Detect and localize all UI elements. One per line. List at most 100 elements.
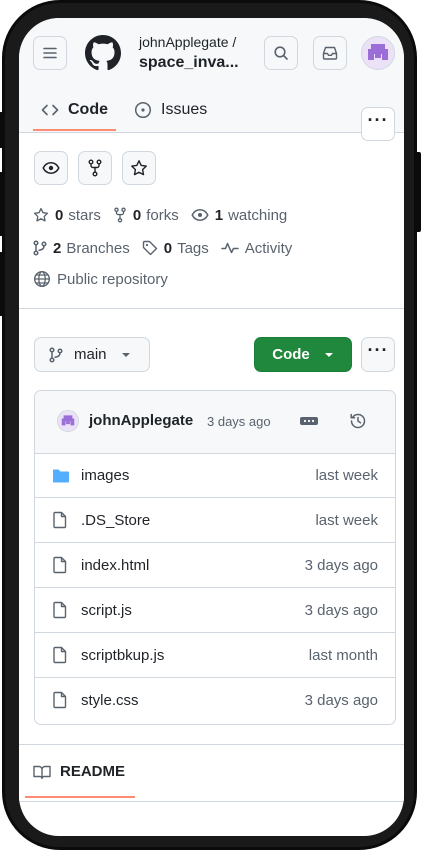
commit-history-button[interactable]	[348, 411, 368, 431]
fork-button[interactable]	[78, 151, 112, 185]
code-clone-button[interactable]: Code	[254, 337, 352, 372]
active-tab-indicator	[33, 129, 116, 131]
file-name[interactable]: .DS_Store	[81, 512, 150, 529]
hamburger-icon	[43, 47, 57, 59]
forks-link[interactable]: 0 forks	[113, 207, 179, 224]
star-icon	[33, 207, 49, 222]
repo-stats-row-1: 0 stars 0 forks 1 watching	[33, 205, 299, 225]
branches-link[interactable]: 2 Branches	[33, 240, 130, 257]
user-avatar[interactable]	[361, 36, 395, 70]
file-icon	[53, 646, 67, 664]
watching-link[interactable]: 1 watching	[191, 206, 288, 224]
star-icon	[131, 160, 147, 176]
code-icon	[41, 104, 59, 116]
issue-opened-icon	[134, 101, 152, 119]
readme-label: README	[60, 763, 126, 780]
globe-icon	[33, 270, 51, 288]
app-header: johnApplegate / space_inva...	[19, 18, 404, 90]
file-row[interactable]: index.html 3 days ago	[35, 543, 395, 588]
repo-forked-icon	[88, 159, 102, 177]
commit-author[interactable]: johnApplegate	[89, 412, 193, 429]
visibility-info: Public repository	[33, 270, 168, 288]
kebab-horizontal-icon: ···	[367, 109, 389, 130]
inbox-icon	[322, 46, 338, 60]
eye-icon	[42, 162, 60, 174]
readme-tab-indicator	[25, 796, 135, 798]
git-branch-icon	[49, 346, 63, 363]
watch-button[interactable]	[34, 151, 68, 185]
phone-frame: johnApplegate / space_inva... Code Issue…	[0, 0, 421, 852]
file-time: 3 days ago	[304, 601, 378, 619]
star-button[interactable]	[122, 151, 156, 185]
readme-header: README	[19, 744, 404, 802]
file-time: 3 days ago	[304, 692, 378, 709]
tab-issues[interactable]: Issues	[134, 98, 207, 122]
tab-issues-label: Issues	[161, 101, 208, 118]
file-browser: johnApplegate 3 days ago images last wee…	[34, 390, 396, 725]
file-icon	[53, 601, 67, 619]
tags-link[interactable]: 0 Tags	[142, 240, 209, 257]
stars-count: 0	[55, 206, 64, 224]
tabs-more-button[interactable]: ···	[361, 107, 395, 141]
commit-author-avatar[interactable]	[57, 410, 79, 432]
file-row[interactable]: images last week	[35, 453, 395, 498]
inbox-button[interactable]	[313, 36, 347, 70]
pulse-icon	[221, 242, 239, 254]
identicon-icon	[362, 37, 394, 69]
tab-code[interactable]: Code	[41, 98, 108, 122]
file-row[interactable]: style.css 3 days ago	[35, 678, 395, 723]
tags-label: Tags	[177, 239, 209, 257]
code-button-label: Code	[272, 346, 310, 363]
file-icon	[53, 556, 67, 574]
branch-name: main	[74, 346, 107, 363]
book-icon	[33, 765, 51, 779]
file-name[interactable]: script.js	[81, 602, 132, 619]
visibility-label: Public repository	[57, 270, 168, 288]
file-name[interactable]: style.css	[81, 692, 139, 709]
identicon-icon	[58, 411, 78, 431]
history-icon	[350, 413, 366, 429]
branch-select-button[interactable]: main	[34, 337, 150, 372]
screen: johnApplegate / space_inva... Code Issue…	[19, 18, 404, 836]
file-name[interactable]: index.html	[81, 557, 149, 574]
triangle-down-icon	[121, 352, 130, 357]
ellipsis-icon	[300, 417, 318, 425]
file-name[interactable]: images	[81, 467, 129, 484]
git-branch-icon	[33, 240, 47, 256]
commit-time: 3 days ago	[207, 414, 271, 429]
forks-label: forks	[146, 206, 179, 224]
file-time: last week	[315, 511, 378, 529]
section-divider	[19, 308, 404, 309]
commit-message-toggle[interactable]	[297, 413, 321, 429]
file-icon	[53, 691, 67, 709]
file-row[interactable]: scriptbkup.js last month	[35, 633, 395, 678]
watching-count: 1	[214, 206, 224, 224]
file-time: last week	[315, 466, 378, 484]
visibility-row: Public repository	[33, 269, 180, 289]
repo-owner-link[interactable]: johnApplegate /	[139, 34, 236, 50]
branches-label: Branches	[66, 239, 130, 257]
stars-link[interactable]: 0 stars	[33, 207, 101, 224]
activity-label: Activity	[244, 239, 293, 257]
branches-count: 2	[53, 239, 62, 257]
github-logo[interactable]	[85, 35, 121, 71]
activity-link[interactable]: Activity	[221, 239, 293, 257]
file-time: 3 days ago	[304, 556, 378, 574]
file-name[interactable]: scriptbkup.js	[81, 647, 164, 664]
github-mark-icon	[85, 35, 121, 71]
file-time: last month	[308, 646, 378, 664]
tag-icon	[142, 240, 157, 256]
hamburger-menu-button[interactable]	[33, 36, 67, 70]
repo-more-button[interactable]: ···	[361, 337, 395, 372]
forks-count: 0	[132, 206, 142, 224]
repo-name-link[interactable]: space_inva...	[139, 54, 239, 72]
readme-tab[interactable]: README	[33, 763, 125, 780]
kebab-horizontal-icon: ···	[367, 340, 389, 360]
file-row[interactable]: .DS_Store last week	[35, 498, 395, 543]
repo-tabs: Code Issues ···	[19, 90, 404, 141]
tags-count: 0	[163, 239, 173, 257]
file-row[interactable]: script.js 3 days ago	[35, 588, 395, 633]
watching-label: watching	[228, 206, 288, 224]
search-button[interactable]	[264, 36, 298, 70]
eye-icon	[191, 209, 209, 221]
